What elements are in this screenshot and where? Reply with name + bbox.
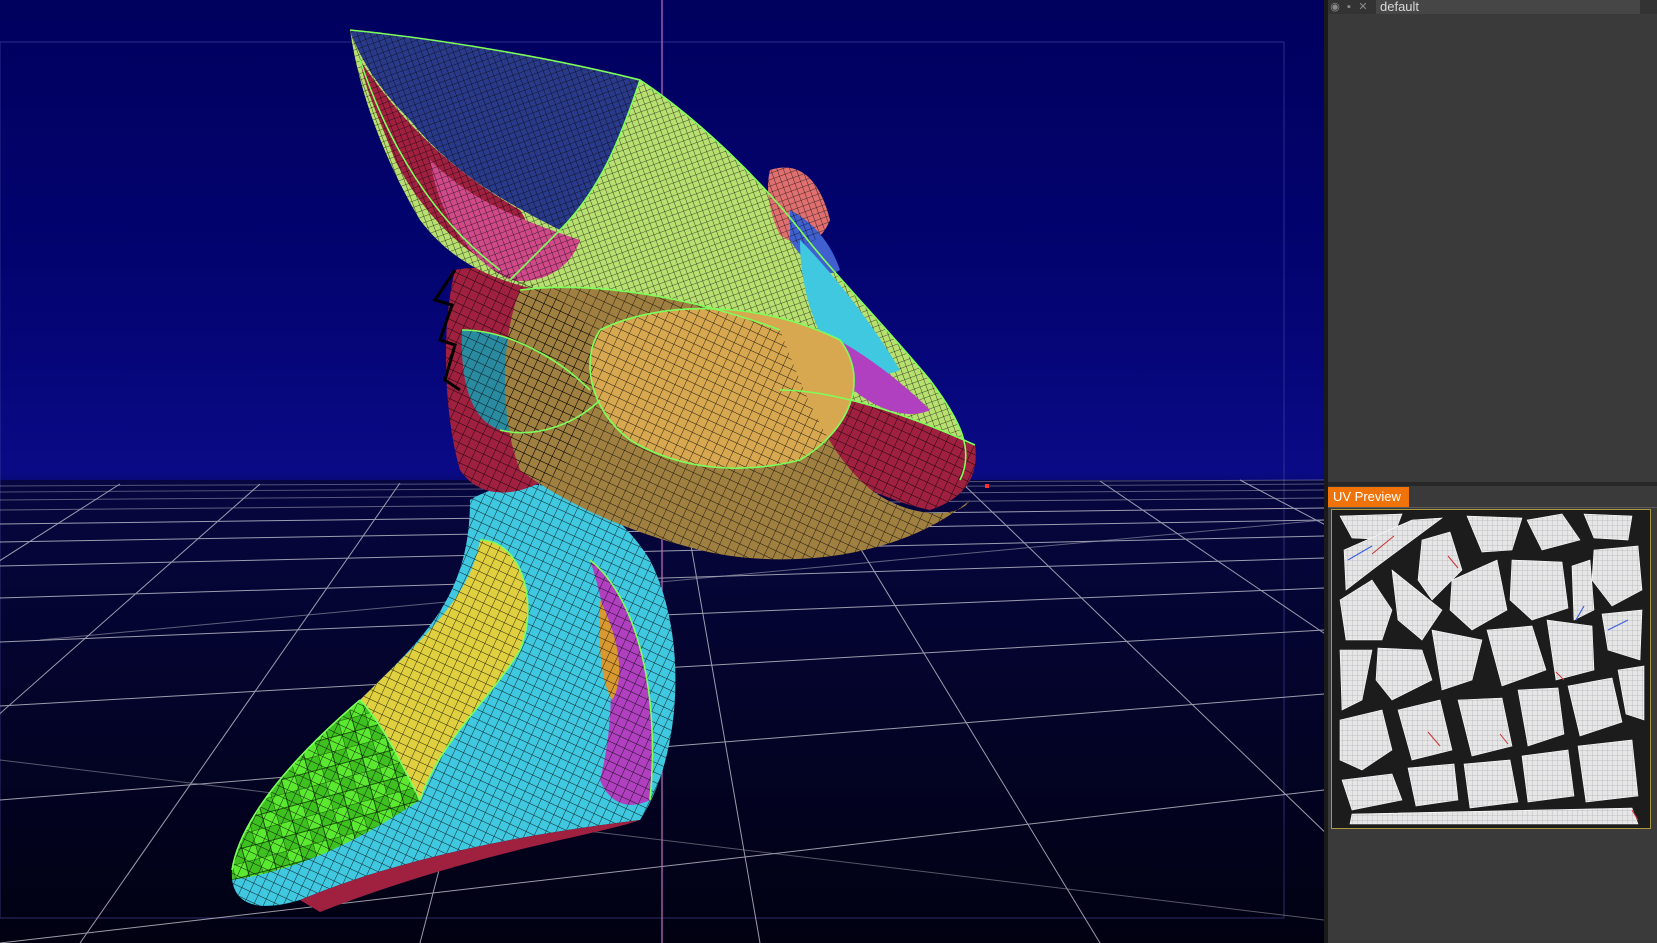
tab-uv-preview[interactable]: UV Preview — [1328, 487, 1409, 507]
layer-name-field[interactable]: default — [1376, 0, 1640, 14]
uv-islands — [1339, 513, 1645, 825]
close-icon[interactable]: ✕ — [1356, 0, 1370, 14]
3d-viewport[interactable] — [0, 0, 1324, 943]
right-side-panel: ◉ ▪ ✕ default UV Preview — [1328, 0, 1657, 943]
viewport-scene — [0, 0, 1324, 943]
uv-preview-canvas[interactable] — [1331, 509, 1651, 829]
eye-icon[interactable]: ◉ — [1328, 0, 1342, 14]
tab-bar-underline — [1328, 507, 1657, 508]
pivot-marker — [985, 484, 989, 488]
application-window: ◉ ▪ ✕ default UV Preview — [0, 0, 1657, 943]
layer-row-default[interactable]: ◉ ▪ ✕ default — [1328, 0, 1657, 14]
lock-icon[interactable]: ▪ — [1342, 0, 1356, 14]
panel-splitter[interactable] — [1328, 482, 1657, 486]
